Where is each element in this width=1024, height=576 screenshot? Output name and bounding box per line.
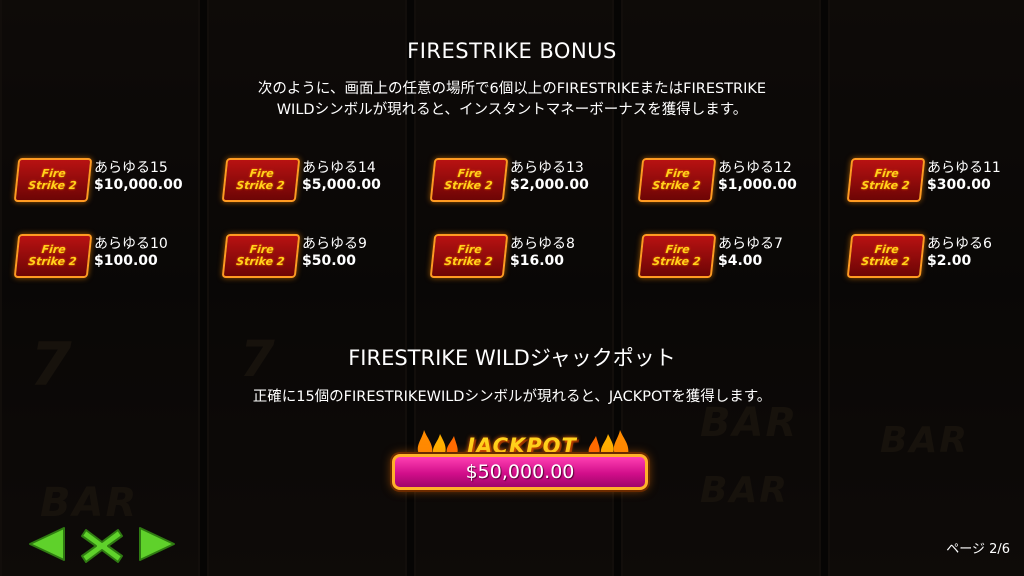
bonus-description-line: WILDシンボルが現れると、インスタントマネーボーナスを獲得します。 bbox=[276, 102, 748, 118]
firestrike-logo-icon: Fire Strike 2 bbox=[637, 234, 717, 278]
payout-item: Fire Strike 2 あらゆる14 $5,000.00 bbox=[221, 154, 424, 204]
payout-count-label: あらゆる7 bbox=[718, 236, 783, 252]
payout-amount: $16.00 bbox=[510, 253, 565, 269]
payout-count-label: あらゆる14 bbox=[302, 160, 376, 176]
close-icon bbox=[81, 529, 123, 563]
payout-item: Fire Strike 2 あらゆる13 $2,000.00 bbox=[429, 154, 632, 204]
firestrike-logo-icon: Fire Strike 2 bbox=[221, 234, 301, 278]
jackpot-value-bar: $50,000.00 bbox=[392, 454, 648, 490]
firestrike-logo-icon: Fire Strike 2 bbox=[221, 158, 301, 202]
arrow-right-icon bbox=[139, 527, 175, 561]
payout-count-label: あらゆる8 bbox=[510, 236, 575, 252]
bonus-description: 次のように、画面上の任意の場所で6個以上のFIRESTRIKEまたはFIREST… bbox=[0, 79, 1024, 121]
page-indicator: ページ 2/6 bbox=[946, 542, 1010, 557]
payout-grid: Fire Strike 2 あらゆる15 $10,000.00 Fire Strik… bbox=[13, 154, 1016, 284]
arrow-left-icon bbox=[29, 527, 65, 561]
payout-amount: $2.00 bbox=[927, 253, 972, 269]
payout-count-label: あらゆる9 bbox=[302, 236, 367, 252]
payout-amount: $4.00 bbox=[718, 253, 763, 269]
firestrike-logo-icon: Fire Strike 2 bbox=[13, 234, 93, 278]
payout-item: Fire Strike 2 あらゆる15 $10,000.00 bbox=[13, 154, 216, 204]
payout-count-label: あらゆる10 bbox=[94, 236, 168, 252]
firestrike-logo-icon: Fire Strike 2 bbox=[846, 158, 926, 202]
firestrike-logo-icon: Fire Strike 2 bbox=[429, 158, 509, 202]
firestrike-logo-icon: Fire Strike 2 bbox=[429, 234, 509, 278]
payout-item: Fire Strike 2 あらゆる8 $16.00 bbox=[429, 230, 632, 280]
firestrike-logo-icon: Fire Strike 2 bbox=[846, 234, 926, 278]
jackpot-value: $50,000.00 bbox=[465, 461, 575, 483]
payout-amount: $50.00 bbox=[302, 253, 357, 269]
payout-count-label: あらゆる13 bbox=[510, 160, 584, 176]
payout-amount: $2,000.00 bbox=[510, 177, 589, 193]
bonus-title: FIRESTRIKE BONUS bbox=[407, 39, 617, 63]
prev-page-button[interactable] bbox=[26, 526, 66, 566]
payout-count-label: あらゆる12 bbox=[718, 160, 792, 176]
payout-item: Fire Strike 2 あらゆる9 $50.00 bbox=[221, 230, 424, 280]
payout-count-label: あらゆる15 bbox=[94, 160, 168, 176]
payout-item: Fire Strike 2 あらゆる6 $2.00 bbox=[846, 230, 1024, 280]
jackpot-banner: JACKPOT $50,000.00 bbox=[392, 426, 652, 496]
wild-jackpot-title: FIRESTRIKE WILDジャックポット bbox=[348, 346, 676, 370]
next-page-button[interactable] bbox=[138, 526, 178, 566]
payout-amount: $1,000.00 bbox=[718, 177, 797, 193]
payout-amount: $10,000.00 bbox=[94, 177, 183, 193]
payout-amount: $300.00 bbox=[927, 177, 991, 193]
firestrike-logo-icon: Fire Strike 2 bbox=[637, 158, 717, 202]
payout-item: Fire Strike 2 あらゆる11 $300.00 bbox=[846, 154, 1024, 204]
payout-amount: $100.00 bbox=[94, 253, 158, 269]
wild-jackpot-description: 正確に15個のFIRESTRIKEWILDシンボルが現れると、JACKPOTを獲… bbox=[252, 389, 772, 405]
payout-item: Fire Strike 2 あらゆる10 $100.00 bbox=[13, 230, 216, 280]
payout-count-label: あらゆる6 bbox=[927, 236, 992, 252]
payout-item: Fire Strike 2 あらゆる7 $4.00 bbox=[637, 230, 840, 280]
firestrike-logo-icon: Fire Strike 2 bbox=[13, 158, 93, 202]
close-button[interactable] bbox=[80, 526, 124, 570]
payout-item: Fire Strike 2 あらゆる12 $1,000.00 bbox=[637, 154, 840, 204]
payout-count-label: あらゆる11 bbox=[927, 160, 1001, 176]
bonus-description-line: 次のように、画面上の任意の場所で6個以上のFIRESTRIKEまたはFIREST… bbox=[257, 81, 767, 97]
payout-amount: $5,000.00 bbox=[302, 177, 381, 193]
